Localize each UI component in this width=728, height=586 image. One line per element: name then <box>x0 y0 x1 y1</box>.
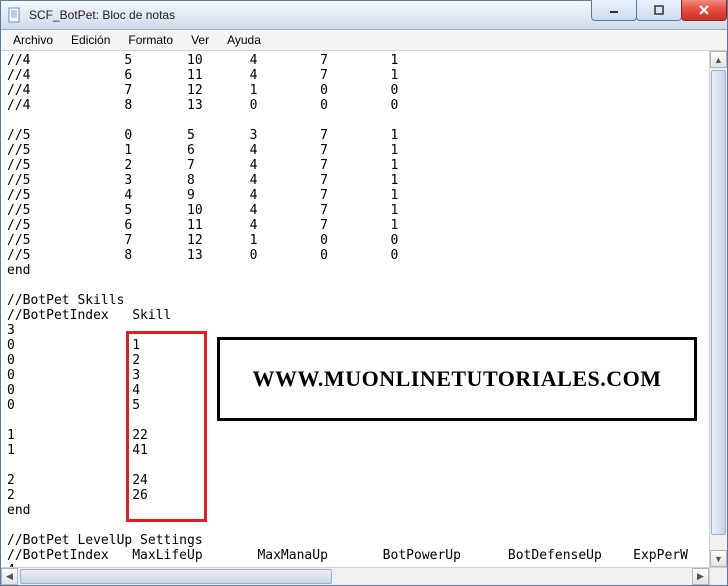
text-editor[interactable]: //4 5 10 4 7 1 //4 6 11 4 7 1 //4 7 12 1… <box>1 51 709 567</box>
menu-ayuda[interactable]: Ayuda <box>219 31 269 49</box>
menu-ver[interactable]: Ver <box>183 31 217 49</box>
close-button[interactable] <box>681 0 727 21</box>
vertical-scrollbar[interactable]: ▲ ▼ <box>709 51 727 567</box>
hscroll-thumb[interactable] <box>20 569 332 584</box>
scroll-right-button[interactable]: ▶ <box>692 568 709 585</box>
menu-edicion[interactable]: Edición <box>63 31 118 49</box>
window-controls <box>592 0 727 21</box>
menu-formato[interactable]: Formato <box>120 31 181 49</box>
scroll-left-button[interactable]: ◀ <box>1 568 18 585</box>
scroll-down-button[interactable]: ▼ <box>710 550 727 567</box>
client-area: //4 5 10 4 7 1 //4 6 11 4 7 1 //4 7 12 1… <box>1 51 727 585</box>
hscroll-track[interactable] <box>18 568 692 585</box>
vscroll-thumb[interactable] <box>711 70 726 535</box>
titlebar[interactable]: SCF_BotPet: Bloc de notas <box>1 1 727 30</box>
scroll-corner <box>709 567 727 585</box>
notepad-icon <box>7 7 23 23</box>
notepad-window: SCF_BotPet: Bloc de notas Archivo Edició… <box>0 0 728 586</box>
menu-bar: Archivo Edición Formato Ver Ayuda <box>1 30 727 51</box>
scroll-up-button[interactable]: ▲ <box>710 51 727 68</box>
maximize-button[interactable] <box>636 0 682 21</box>
minimize-button[interactable] <box>591 0 637 21</box>
vscroll-track[interactable] <box>710 68 727 550</box>
window-title: SCF_BotPet: Bloc de notas <box>29 8 175 22</box>
menu-archivo[interactable]: Archivo <box>5 31 61 49</box>
horizontal-scrollbar[interactable]: ◀ ▶ <box>1 567 709 585</box>
